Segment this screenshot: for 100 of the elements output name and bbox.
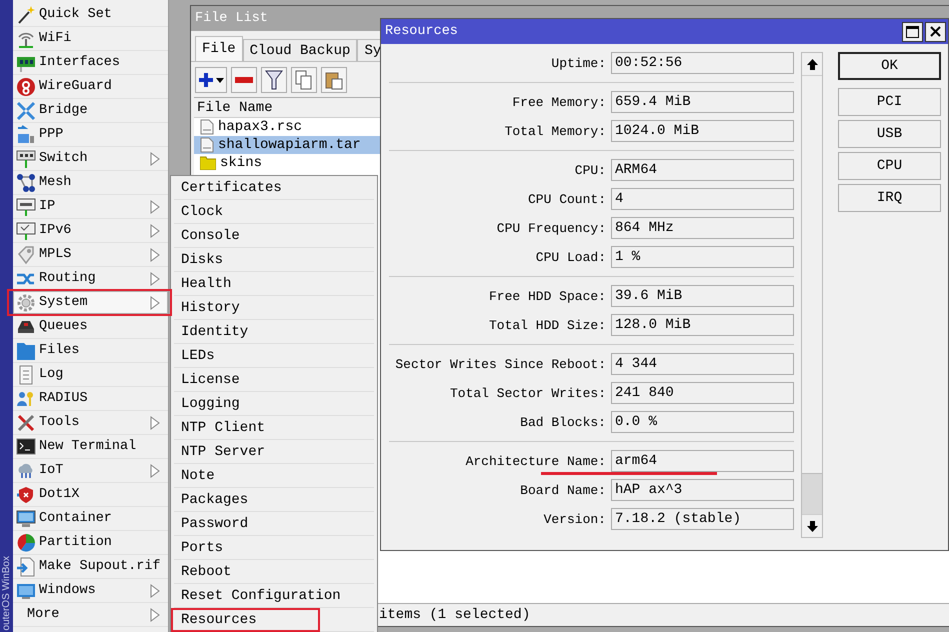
menu-item[interactable]: Logging [174, 392, 374, 416]
menu-item[interactable]: Certificates [174, 176, 374, 200]
copy-button[interactable] [291, 67, 317, 93]
sidebar-item[interactable]: Bridge [13, 99, 168, 123]
dialog-button[interactable]: CPU [838, 152, 941, 180]
add-button[interactable] [195, 67, 227, 93]
value-field[interactable]: 659.4 MiB [611, 91, 794, 113]
up-arrow-icon [806, 58, 818, 70]
sidebar-item[interactable]: Mesh [13, 171, 168, 195]
field-label: CPU: [574, 162, 606, 178]
folder-icon [200, 156, 216, 170]
value-field[interactable]: 4 344 [611, 353, 794, 375]
sidebar-item[interactable]: WireGuard [13, 75, 168, 99]
sidebar-item[interactable]: MPLS [13, 243, 168, 267]
monitor-icon [16, 220, 36, 240]
value-field[interactable]: 7.18.2 (stable) [611, 508, 794, 530]
menu-item[interactable]: LEDs [174, 344, 374, 368]
menu-item[interactable]: History [174, 296, 374, 320]
menu-item[interactable]: Ports [174, 536, 374, 560]
menu-item[interactable]: Identity [174, 320, 374, 344]
maximize-icon [906, 26, 919, 38]
monitor-icon [16, 508, 36, 528]
value-field[interactable]: 4 [611, 188, 794, 210]
close-icon [930, 26, 941, 37]
sidebar-item[interactable]: Quick Set [13, 3, 168, 27]
filter-icon [265, 70, 283, 90]
value-field[interactable]: ARM64 [611, 159, 794, 181]
field-label: Bad Blocks: [519, 414, 606, 430]
value-field[interactable]: 00:52:56 [611, 52, 794, 74]
paste-icon [325, 70, 343, 90]
value-field[interactable]: 128.0 MiB [611, 314, 794, 336]
minus-icon [235, 77, 253, 83]
field-label: CPU Load: [534, 250, 606, 264]
field-label: Free HDD Space: [488, 288, 606, 304]
menu-item[interactable]: NTP Client [174, 416, 374, 440]
menu-item[interactable]: Health [174, 272, 374, 296]
scroll-thumb[interactable] [802, 473, 822, 514]
tab[interactable]: Cloud Backup [242, 39, 358, 61]
menu-item[interactable]: Console [174, 224, 374, 248]
value-field[interactable]: 1 % [611, 246, 794, 268]
switch-icon [16, 148, 36, 168]
field-label: CPU Frequency: [496, 220, 606, 236]
field-label: Total Sector Writes: [448, 386, 606, 400]
gear-icon [16, 292, 36, 312]
tools-icon [16, 412, 36, 432]
field-label: Uptime: [550, 56, 606, 70]
menu-item[interactable]: License [174, 368, 374, 392]
menu-item[interactable]: Reset Configuration [174, 584, 374, 608]
copy-icon [295, 70, 313, 90]
sidebar-item[interactable]: Partition [13, 531, 168, 555]
file-name: skins [220, 155, 262, 171]
field-label: Version: [542, 512, 606, 526]
filter-button[interactable] [261, 67, 287, 93]
dialog-button[interactable]: OK [838, 52, 941, 80]
value-field[interactable]: 1024.0 MiB [611, 120, 794, 142]
magic-wand-icon [16, 4, 36, 24]
sidebar-item[interactable]: Log [13, 363, 168, 387]
value-field[interactable]: hAP ax^3 [611, 479, 794, 501]
menu-item[interactable]: Clock [174, 200, 374, 224]
menu-item[interactable]: NTP Server [174, 440, 374, 464]
menu-item[interactable]: Resources [174, 608, 374, 632]
paste-button[interactable] [321, 67, 347, 93]
caret-icon [216, 78, 224, 82]
close-button[interactable] [925, 22, 946, 42]
mesh-icon [16, 172, 36, 192]
plus-icon [198, 72, 214, 88]
sidebar-item[interactable]: PPP [13, 123, 168, 147]
value-field[interactable]: arm64 [611, 450, 794, 472]
window-title: File List [195, 11, 268, 26]
dialog-button[interactable]: IRQ [838, 184, 941, 212]
remove-button[interactable] [231, 67, 257, 93]
tag-icon [16, 244, 36, 264]
crossed-arrows-icon [16, 100, 36, 120]
field-label: CPU Count: [526, 192, 606, 206]
shield-icon [16, 484, 36, 504]
menu-item[interactable]: Password [174, 512, 374, 536]
dialog-button[interactable]: PCI [838, 88, 941, 116]
field-label: Board Name: [519, 482, 606, 498]
terminal-icon [16, 436, 36, 456]
monitor-arrow-icon [16, 124, 36, 144]
menu-item[interactable]: Reboot [174, 560, 374, 584]
brand-text: outerOS WinBox [1, 556, 13, 630]
maximize-button[interactable] [902, 22, 923, 42]
field-label: Total HDD Size: [488, 318, 606, 332]
file-name: hapax3.rsc [218, 119, 302, 135]
scrollbar[interactable] [801, 52, 823, 538]
menu-item[interactable]: Note [174, 464, 374, 488]
sidebar-item[interactable]: Make Supout.rif [13, 555, 168, 579]
field-label: Total Memory: [504, 124, 606, 138]
dialog-button[interactable]: USB [838, 120, 941, 148]
value-field[interactable]: 0.0 % [611, 411, 794, 433]
value-field[interactable]: 864 MHz [611, 217, 794, 239]
value-field[interactable]: 241 840 [611, 382, 794, 404]
monitor-icon [16, 196, 36, 216]
menu-item[interactable]: Packages [174, 488, 374, 512]
down-arrow-icon [806, 520, 818, 532]
menu-item[interactable]: Disks [174, 248, 374, 272]
field-label: Architecture Name: [464, 454, 606, 468]
tab[interactable]: File [195, 36, 243, 61]
value-field[interactable]: 39.6 MiB [611, 285, 794, 307]
